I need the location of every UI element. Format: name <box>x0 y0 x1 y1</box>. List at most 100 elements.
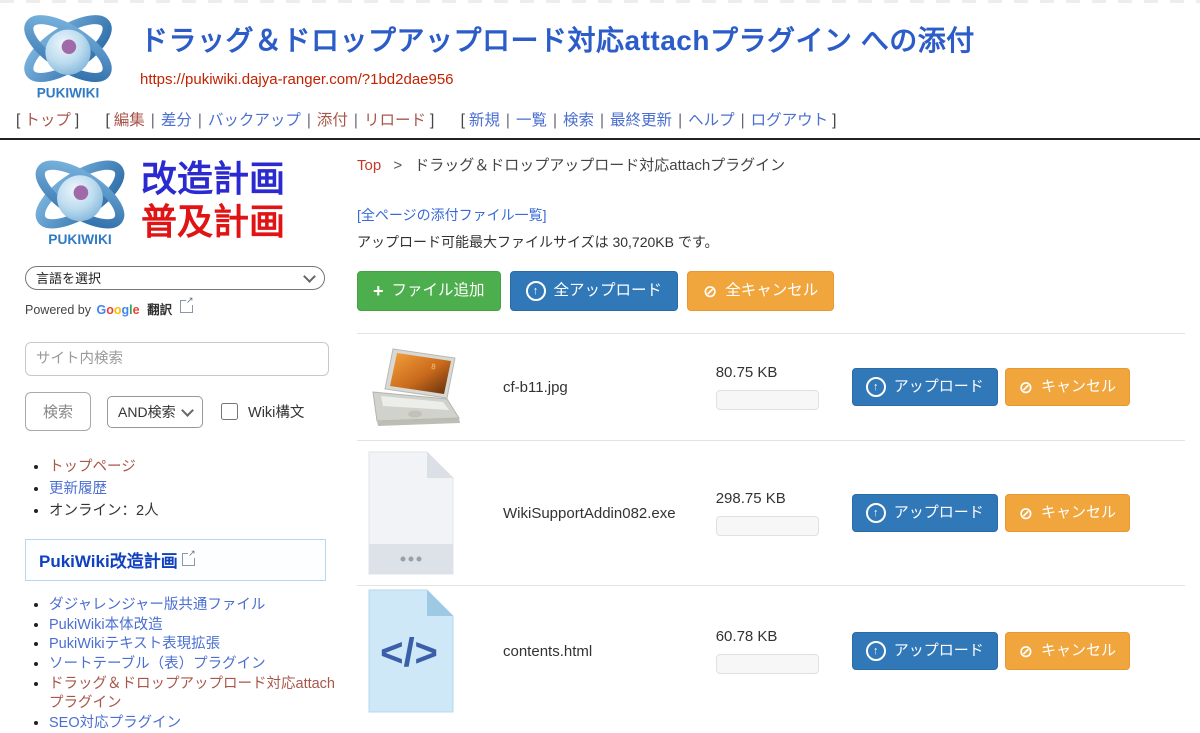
language-select-wrap: 言語を選択 <box>25 266 325 290</box>
google-logo: Google <box>97 303 140 317</box>
file-name: WikiSupportAddin082.exe <box>489 505 716 522</box>
cancel-icon: ⊘ <box>1019 379 1033 396</box>
nav-group-top: [トップ] <box>12 112 83 129</box>
site-search-input[interactable] <box>25 342 329 376</box>
row-buttons: ↑ アップロード ⊘ キャンセル <box>852 494 1130 532</box>
sidebar-link-toppage[interactable]: トップページ <box>49 459 136 475</box>
file-list: 8 cf-b11.jpg 80.75 KB ↑ アップロード <box>357 333 1185 716</box>
search-button[interactable]: 検索 <box>25 392 91 431</box>
cancel-button[interactable]: ⊘ キャンセル <box>1005 368 1130 406</box>
row-buttons: ↑ アップロード ⊘ キャンセル <box>852 368 1130 406</box>
sidebar-link-text-ext[interactable]: PukiWikiテキスト表現拡張 <box>49 636 220 652</box>
upload-all-button[interactable]: ↑ 全アップロード <box>510 271 679 311</box>
list-item: PukiWikiテキスト表現拡張 <box>49 635 343 655</box>
logo-text-fukyuu: 普及計画 <box>141 200 285 243</box>
file-meta: 298.75 KB <box>716 490 838 536</box>
atom-logo-icon: PUKIWIKI <box>25 150 135 250</box>
file-row: WikiSupportAddin082.exe 298.75 KB ↑ アップロ… <box>357 440 1185 585</box>
and-search-select[interactable]: AND検索 <box>107 396 203 428</box>
page-url-link[interactable]: https://pukiwiki.dajya-ranger.com/?1bd2d… <box>140 71 454 88</box>
file-size: 298.75 KB <box>716 490 838 507</box>
sidebar-link-sort-table[interactable]: ソートテーブル（表）プラグイン <box>49 656 266 672</box>
logo-text-kaizou: 改造計画 <box>141 157 285 200</box>
upload-button[interactable]: ↑ アップロード <box>852 494 998 532</box>
sidebar-logo-words: 改造計画 普及計画 <box>141 157 285 243</box>
sidebar-list-plugins: ダジャレンジャー版共通ファイル PukiWiki本体改造 PukiWikiテキス… <box>25 596 343 733</box>
nav-link-attach[interactable]: 添付 <box>317 112 348 129</box>
sidebar-link-history[interactable]: 更新履歴 <box>49 481 107 497</box>
nav-link-recent[interactable]: 最終更新 <box>610 112 672 129</box>
atom-logo-icon: PUKIWIKI <box>12 7 124 101</box>
upload-icon: ↑ <box>866 641 886 661</box>
breadcrumb-top-link[interactable]: Top <box>357 157 381 174</box>
external-link-icon: ↗ <box>180 300 193 313</box>
pukiwiki-kaizou-link[interactable]: PukiWiki改造計画 <box>39 552 178 571</box>
sidebar-link-common-files[interactable]: ダジャレンジャー版共通ファイル <box>49 597 265 613</box>
nav-link-logout[interactable]: ログアウト <box>751 112 829 129</box>
pukiwiki-kaizou-box: PukiWiki改造計画 ↗ <box>25 539 326 581</box>
svg-text:</>: </> <box>380 631 438 675</box>
cancel-all-button[interactable]: ⊘ 全キャンセル <box>687 271 834 311</box>
list-item: トップページ <box>49 457 343 479</box>
progress-bar <box>716 516 819 536</box>
cancel-icon: ⊘ <box>1019 505 1033 522</box>
wiki-syntax-label: Wiki構文 <box>248 401 304 422</box>
list-item: PukiWiki本体改造 <box>49 616 343 636</box>
progress-bar <box>716 390 819 410</box>
upload-toolbar: + ファイル追加 ↑ 全アップロード ⊘ 全キャンセル <box>357 271 1185 311</box>
cancel-button[interactable]: ⊘ キャンセル <box>1005 632 1130 670</box>
breadcrumb: Top > ドラッグ＆ドロップアップロード対応attachプラグイン <box>357 154 1185 175</box>
file-meta: 60.78 KB <box>716 628 838 674</box>
nav-link-edit[interactable]: 編集 <box>114 112 145 129</box>
nav-link-backup[interactable]: バックアップ <box>208 112 301 129</box>
all-attachments-link[interactable]: [全ページの添付ファイル一覧] <box>357 205 547 225</box>
file-row: </> contents.html 60.78 KB ↑ アップロード ⊘ キャ… <box>357 585 1185 716</box>
nav-link-new[interactable]: 新規 <box>469 112 500 129</box>
language-select[interactable]: 言語を選択 <box>25 266 325 290</box>
add-files-button[interactable]: + ファイル追加 <box>357 271 501 311</box>
nav-group-page: [編集|差分|バックアップ|添付|リロード] <box>101 112 438 129</box>
nav-link-diff[interactable]: 差分 <box>161 112 192 129</box>
nav-link-search[interactable]: 検索 <box>563 112 594 129</box>
navbar: [トップ] [編集|差分|バックアップ|添付|リロード] [新規|一覧|検索|最… <box>0 101 1200 138</box>
upload-icon: ↑ <box>866 503 886 523</box>
powered-by-google: Powered by Google 翻訳 ↗ <box>25 299 343 318</box>
nav-link-list[interactable]: 一覧 <box>516 112 547 129</box>
upload-button[interactable]: ↑ アップロード <box>852 368 998 406</box>
nav-link-top[interactable]: トップ <box>24 112 71 129</box>
nav-link-help[interactable]: ヘルプ <box>688 112 735 129</box>
online-count: オンライン：2人 <box>49 503 159 519</box>
cancel-icon: ⊘ <box>1019 643 1033 660</box>
plus-icon: + <box>373 282 384 300</box>
list-item: 更新履歴 <box>49 479 343 501</box>
logo-brand-text: PUKIWIKI <box>37 85 99 100</box>
sidebar-link-core-mod[interactable]: PukiWiki本体改造 <box>49 617 163 633</box>
file-name: cf-b11.jpg <box>489 379 716 396</box>
sidebar-list-top: トップページ 更新履歴 オンライン：2人 <box>25 457 343 522</box>
sidebar-logo[interactable]: PUKIWIKI 改造計画 普及計画 <box>25 150 343 250</box>
pukiwiki-logo[interactable]: PUKIWIKI <box>12 7 124 101</box>
list-item: オンライン：2人 <box>49 501 343 523</box>
sidebar-link-dnd-attach[interactable]: ドラッグ＆ドロップアップロード対応attachプラグイン <box>49 676 335 712</box>
file-name: contents.html <box>489 643 716 660</box>
list-item: ダジャレンジャー版共通ファイル <box>49 596 343 616</box>
list-item: ドラッグ＆ドロップアップロード対応attachプラグイン <box>49 675 343 714</box>
cancel-icon: ⊘ <box>703 283 717 300</box>
and-search-wrap: AND検索 <box>107 396 203 428</box>
external-link-icon: ↗ <box>182 553 195 566</box>
upload-icon: ↑ <box>526 281 546 301</box>
nav-group-site: [新規|一覧|検索|最終更新|ヘルプ|ログアウト] <box>457 112 841 129</box>
sidebar: PUKIWIKI 改造計画 普及計画 言語を選択 Powered by Goog… <box>0 140 343 733</box>
breadcrumb-current: ドラッグ＆ドロップアップロード対応attachプラグイン <box>414 157 785 174</box>
upload-button[interactable]: ↑ アップロード <box>852 632 998 670</box>
file-size: 80.75 KB <box>716 364 838 381</box>
search-controls: 検索 AND検索 Wiki構文 <box>25 392 343 431</box>
svg-text:PUKIWIKI: PUKIWIKI <box>48 232 111 247</box>
row-buttons: ↑ アップロード ⊘ キャンセル <box>852 632 1130 670</box>
nav-link-reload[interactable]: リロード <box>364 112 426 129</box>
header: PUKIWIKI ドラッグ＆ドロップアップロード対応attachプラグイン への… <box>0 3 1200 101</box>
sidebar-link-seo[interactable]: SEO対応プラグイン <box>49 715 181 731</box>
cancel-button[interactable]: ⊘ キャンセル <box>1005 494 1130 532</box>
wiki-syntax-checkbox[interactable] <box>221 403 238 420</box>
translate-link[interactable]: 翻訳 <box>147 303 172 317</box>
